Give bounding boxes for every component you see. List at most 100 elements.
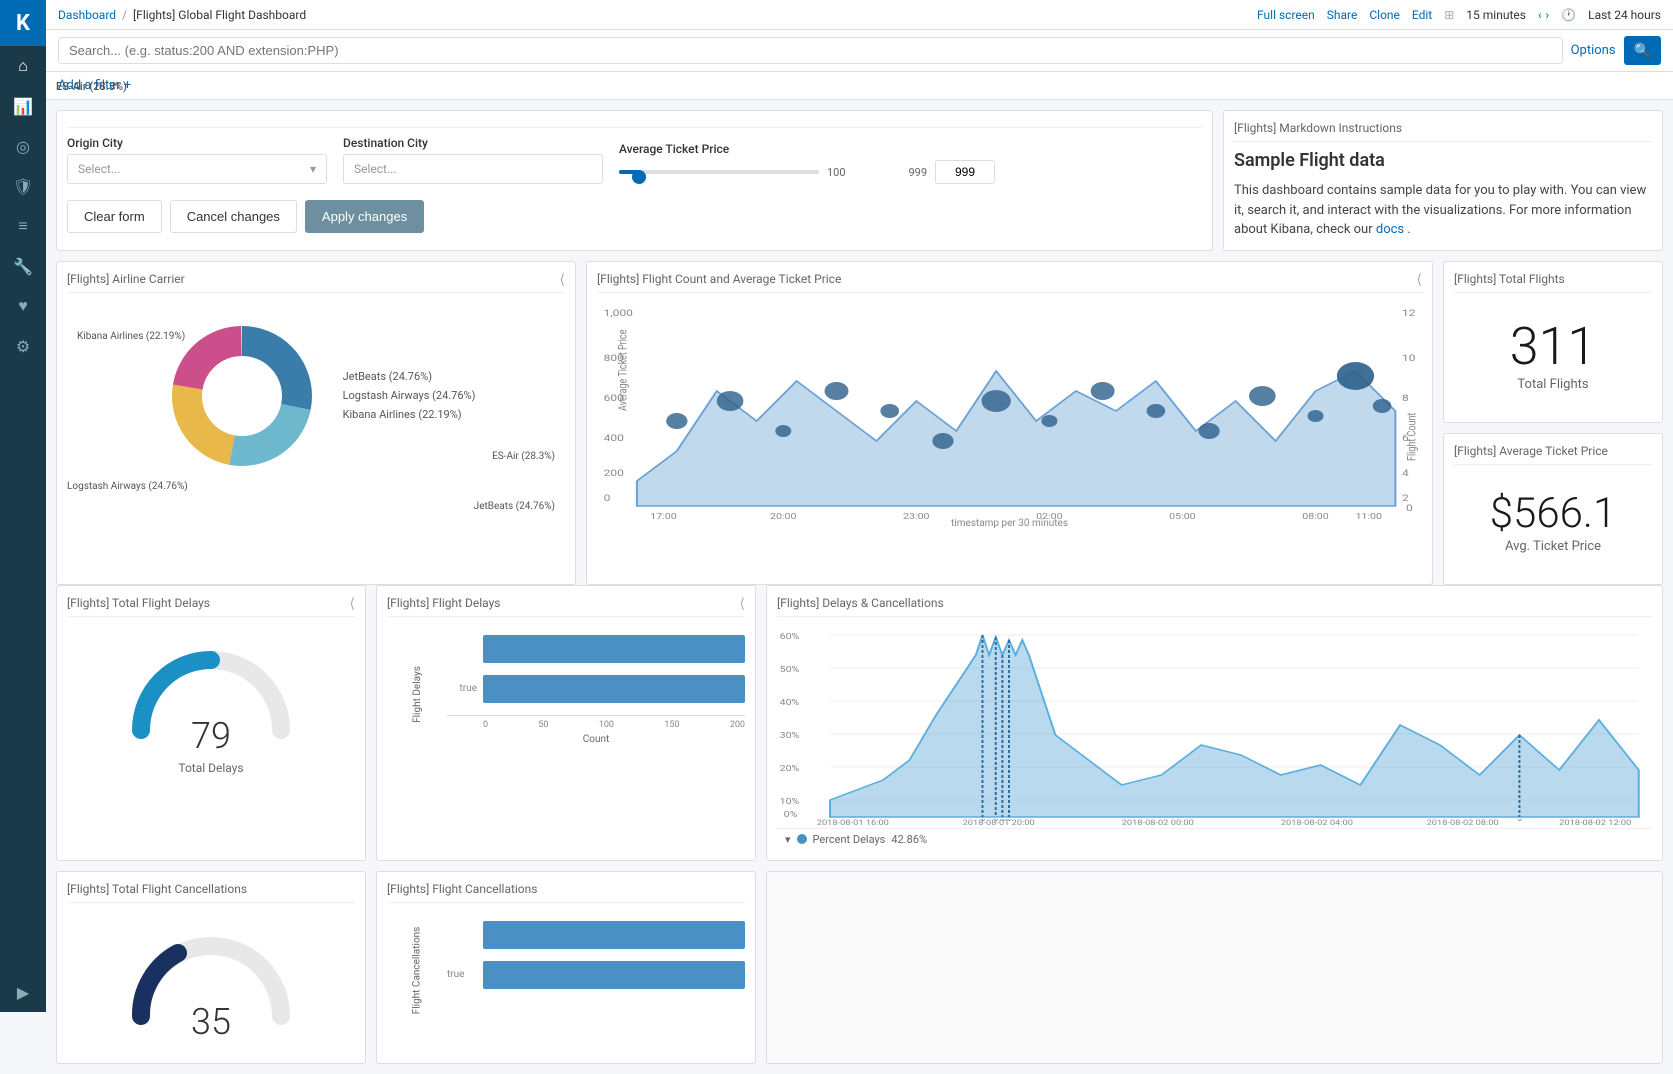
svg-text:⌄: ⌄ [1515,814,1524,823]
row3: [Flights] Total Flight Cancellations 35 … [46,871,1673,1074]
flight-delays-expand[interactable]: ⟨ [740,596,745,612]
searchbar: Options 🔍 [46,30,1673,72]
price-max-input[interactable] [935,160,995,184]
total-flights-value: 311 [1510,321,1597,373]
svg-text:50%: 50% [780,665,800,674]
edit-button[interactable]: Edit [1412,8,1432,22]
share-button[interactable]: Share [1327,8,1358,22]
options-link[interactable]: Options [1571,43,1616,58]
delays-cancellations-panel: [Flights] Delays & Cancellations 60% 50%… [766,585,1663,861]
total-cancellations-panel: [Flights] Total Flight Cancellations 35 [56,871,366,1064]
avg-ticket-value: $566.1 [1490,493,1617,535]
flight-delays-chart: Flight Delays true 0 50 100 [387,625,745,765]
cancellations-bars: true [447,921,745,1021]
time-interval[interactable]: 15 minutes [1466,8,1526,22]
svg-text:2018-08-02 04:00: 2018-08-02 04:00 [1281,819,1354,825]
dest-city-label: Destination City [343,136,603,150]
origin-city-select[interactable]: Select... ▾ [67,154,327,184]
clone-button[interactable]: Clone [1369,8,1400,22]
flight-count-expand-icon[interactable]: ⟨ [1417,272,1422,288]
cancel-changes-button[interactable]: Cancel changes [170,200,297,233]
svg-text:4: 4 [1402,467,1409,478]
total-flights-title: [Flights] Total Flights [1454,272,1652,293]
cancel-bar-2-fill [483,961,745,989]
svg-text:11:00: 11:00 [1355,512,1381,521]
sidebar-item-home[interactable]: ⌂ [0,46,46,86]
total-delays-expand[interactable]: ⟨ [350,596,355,612]
sidebar-item-settings[interactable]: ⚙ [0,326,46,366]
svg-text:30%: 30% [780,731,800,740]
flight-count-title: [Flights] Flight Count and Average Ticke… [597,272,1422,293]
bar-2-label: true [447,683,477,694]
delays-legend-value: 42.86% [891,833,927,846]
sidebar-item-list[interactable]: ≡ [0,206,46,246]
gauge-container: 79 Total Delays [67,625,355,785]
svg-text:2018-08-02 08:00: 2018-08-02 08:00 [1427,819,1500,825]
time-range[interactable]: Last 24 hours [1588,8,1661,22]
markdown-heading: Sample Flight data [1234,150,1652,171]
breadcrumb-separator: / [122,8,127,22]
fullscreen-button[interactable]: Full screen [1257,8,1315,22]
legend-kibana: Kibana Airlines (22.19%) [343,408,476,421]
sidebar-item-play[interactable]: ▶ [0,972,46,1012]
svg-text:⌄: ⌄ [979,814,988,823]
avg-ticket-label: Avg. Ticket Price [1505,539,1601,554]
svg-text:Average Ticket Price: Average Ticket Price [615,329,630,411]
controls-area: Origin City Select... ▾ Destination City… [46,100,1673,251]
controls-panel-title [67,121,1202,128]
filterbar: Add a filter + [46,72,1673,100]
row2: [Flights] Total Flight Delays ⟨ 79 Total… [46,585,1673,871]
svg-text:400: 400 [604,432,624,443]
apply-changes-button[interactable]: Apply changes [305,200,424,233]
svg-text:0%: 0% [784,810,798,819]
search-button[interactable]: 🔍 [1624,36,1661,65]
svg-text:60%: 60% [780,632,800,641]
svg-text:200: 200 [604,467,624,478]
row3-right-panel [766,871,1663,1064]
cancel-bar-2: true [447,961,745,989]
price-slider-track[interactable] [619,162,819,182]
search-input[interactable] [58,37,1563,64]
time-prev-arrow[interactable]: ‹ [1538,8,1542,22]
sidebar-item-shield[interactable]: 🛡 [0,166,46,206]
bar-tick-100: 100 [599,720,614,730]
slider-thumb[interactable] [632,170,646,184]
flight-cancellations-panel: [Flights] Flight Cancellations Flight Ca… [376,871,756,1064]
flight-count-panel: [Flights] Flight Count and Average Ticke… [586,261,1433,585]
sidebar-item-charts[interactable]: 📊 [0,86,46,126]
cancel-bar-1-fill [483,921,745,949]
sidebar-logo[interactable]: K [0,0,46,46]
total-delays-panel: [Flights] Total Flight Delays ⟨ 79 Total… [56,585,366,861]
time-next-arrow[interactable]: › [1546,8,1550,22]
sidebar-item-monitor[interactable]: ♥ [0,286,46,326]
topbar: Dashboard / [Flights] Global Flight Dash… [46,0,1673,30]
markdown-body: This dashboard contains sample data for … [1234,181,1652,240]
buttons-row: Clear form Cancel changes Apply changes [67,200,1202,233]
markdown-docs-link[interactable]: docs [1376,222,1404,237]
total-delays-title: [Flights] Total Flight Delays ⟨ [67,596,355,617]
bar-tick-150: 150 [664,720,679,730]
markdown-panel-title: [Flights] Markdown Instructions [1234,121,1652,142]
sidebar-item-tools[interactable]: 🔧 [0,246,46,286]
airline-carrier-title: [Flights] Airline Carrier ⟨ [67,272,565,293]
dest-city-select[interactable]: Select... [343,154,603,184]
airline-chart-area: ES-Air (28.3%) JetBeats (24.76%) Logstas… [67,301,565,491]
clear-form-button[interactable]: Clear form [67,200,162,233]
breadcrumb-dashboard[interactable]: Dashboard [58,8,116,22]
slider-min-label: 100 [827,166,846,179]
svg-text:08:00: 08:00 [1302,512,1328,521]
delays-legend-toggle[interactable]: ▾ [785,833,791,846]
avg-ticket-title: [Flights] Average Ticket Price [1454,444,1652,465]
airline-carrier-panel: [Flights] Airline Carrier ⟨ ES-Air (28.3… [56,261,576,585]
bar-tick-0: 0 [483,720,488,730]
flight-delays-bars: true 0 50 100 150 200 Count [447,635,745,755]
controls-panel: Origin City Select... ▾ Destination City… [56,110,1213,251]
bar-row-2: true [447,675,745,703]
sidebar-item-discover[interactable]: ◎ [0,126,46,166]
flight-cancellations-title: [Flights] Flight Cancellations [387,882,745,903]
airline-expand-icon[interactable]: ⟨ [560,272,565,288]
cancel-bar-2-label: true [447,969,477,980]
flight-delays-y-axis-label: Flight Delays [411,666,422,723]
bar-2-fill [483,675,745,703]
svg-text:12: 12 [1402,307,1416,318]
